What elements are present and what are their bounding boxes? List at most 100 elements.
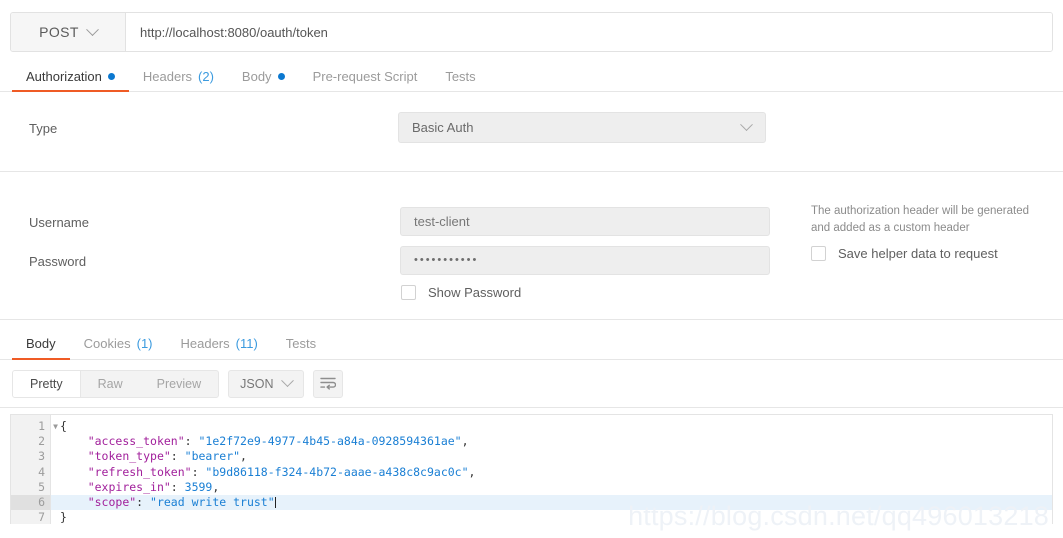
word-wrap-toggle[interactable] xyxy=(313,369,344,398)
auth-type-label: Type xyxy=(29,121,58,136)
response-view-mode-group: Pretty Raw Preview xyxy=(12,369,220,398)
line-number-value: 1 xyxy=(38,419,45,433)
json-tail: , xyxy=(240,449,247,464)
json-value: "bearer" xyxy=(184,449,241,464)
json-value: "read write trust" xyxy=(150,494,275,509)
response-toolbar: Pretty Raw Preview JSON xyxy=(0,360,1063,408)
code-line: "refresh_token": "b9d86118-f324-4b72-aaa… xyxy=(51,465,1052,480)
code-line: "token_type": "bearer", xyxy=(51,449,1052,464)
response-tab-tests-label: Tests xyxy=(285,335,317,351)
password-input[interactable]: ••••••••••• xyxy=(400,246,770,275)
json-sep: : xyxy=(184,434,199,449)
editor-gutter: 1 ▼ 2 3 4 5 6 7 xyxy=(11,415,58,524)
response-format-value: JSON xyxy=(240,376,274,391)
response-tab-cookies[interactable]: Cookies (1) xyxy=(70,327,167,359)
response-tab-body-label: Body xyxy=(26,335,56,351)
status-dot-icon xyxy=(107,73,115,80)
tab-headers-label: Headers xyxy=(142,69,193,84)
json-value: 3599 xyxy=(184,479,213,494)
line-number: 5 xyxy=(38,479,45,494)
request-tab-bar: Authorization Headers (2) Body Pre-reque… xyxy=(0,62,1063,92)
json-value: "b9d86118-f324-4b72-aaae-a438c8c9ac0c" xyxy=(205,464,469,479)
username-value: test-client xyxy=(414,214,470,229)
json-sep: : xyxy=(170,479,185,494)
username-label: Username xyxy=(29,215,89,230)
tab-authorization-label: Authorization xyxy=(26,69,102,84)
password-value: ••••••••••• xyxy=(414,254,479,266)
save-helper-label: Save helper data to request xyxy=(838,246,998,261)
auth-type-row: Type Basic Auth xyxy=(0,93,1063,172)
chevron-down-icon xyxy=(281,374,295,388)
json-tail: , xyxy=(461,434,469,449)
line-number: 1 ▼ xyxy=(11,419,58,434)
response-tab-headers-count: (11) xyxy=(235,335,258,351)
response-tab-bar: Body Cookies (1) Headers (11) Tests xyxy=(0,327,1063,360)
code-line: { xyxy=(51,419,1052,434)
view-mode-preview-label: Preview xyxy=(156,376,202,391)
json-tail: , xyxy=(468,464,476,479)
chevron-down-icon xyxy=(740,118,753,132)
request-url-input[interactable]: http://localhost:8080/oauth/token xyxy=(126,13,1052,51)
show-password-checkbox-row[interactable]: Show Password xyxy=(401,285,521,300)
save-helper-checkbox[interactable] xyxy=(811,246,826,261)
auth-helper-note: The authorization header will be generat… xyxy=(811,205,1030,234)
code-line: "expires_in": 3599, xyxy=(51,480,1052,495)
save-helper-checkbox-row[interactable]: Save helper data to request xyxy=(811,246,998,261)
tab-pre-request-script[interactable]: Pre-request Script xyxy=(299,62,432,91)
view-mode-pretty[interactable]: Pretty xyxy=(13,370,81,397)
chevron-down-icon xyxy=(85,22,99,36)
watermark-text: https://blog.csdn.net/qq496013218 xyxy=(628,501,1049,531)
json-sep: : xyxy=(191,464,206,479)
response-tab-body[interactable]: Body xyxy=(12,327,70,360)
tab-body[interactable]: Body xyxy=(228,62,299,91)
view-mode-raw[interactable]: Raw xyxy=(81,371,140,397)
tab-headers[interactable]: Headers (2) xyxy=(129,62,228,91)
http-method-selector[interactable]: POST xyxy=(11,13,126,51)
json-key: "access_token" xyxy=(87,434,185,449)
password-label: Password xyxy=(29,254,87,269)
view-mode-pretty-label: Pretty xyxy=(30,376,63,391)
show-password-checkbox[interactable] xyxy=(401,285,416,300)
response-tab-cookies-label: Cookies xyxy=(83,335,131,351)
line-number: 7 xyxy=(38,510,45,524)
show-password-label: Show Password xyxy=(428,285,522,300)
tab-authorization[interactable]: Authorization xyxy=(12,62,129,92)
line-number-active: 6 xyxy=(11,494,50,511)
code-brace-open: { xyxy=(60,419,67,433)
request-url-bar: POST http://localhost:8080/oauth/token xyxy=(10,12,1053,52)
code-brace-close: } xyxy=(60,510,67,524)
tab-tests[interactable]: Tests xyxy=(431,62,489,91)
code-line: "access_token": "1e2f72e9-4977-4b45-a84a… xyxy=(51,434,1052,449)
auth-type-value: Basic Auth xyxy=(412,120,474,135)
line-number: 2 xyxy=(38,434,45,449)
json-sep: : xyxy=(136,494,151,509)
url-bar-group: POST http://localhost:8080/oauth/token xyxy=(10,12,1053,52)
response-tab-cookies-count: (1) xyxy=(136,335,153,351)
request-url-value: http://localhost:8080/oauth/token xyxy=(140,24,328,40)
json-sep: : xyxy=(170,449,185,464)
auth-type-select[interactable]: Basic Auth xyxy=(398,112,766,143)
tab-tests-label: Tests xyxy=(445,69,476,84)
json-tail: , xyxy=(212,479,220,494)
json-key: "expires_in" xyxy=(87,479,171,494)
tab-headers-count: (2) xyxy=(198,69,214,84)
view-mode-preview[interactable]: Preview xyxy=(140,371,218,397)
json-key: "refresh_token" xyxy=(87,464,192,479)
json-key: "scope" xyxy=(87,494,137,509)
line-number: 3 xyxy=(38,449,45,464)
auth-credentials-area: Username test-client Password ••••••••••… xyxy=(0,172,1063,320)
response-format-selector[interactable]: JSON xyxy=(228,369,305,398)
http-method-label: POST xyxy=(39,24,79,40)
response-tab-headers[interactable]: Headers (11) xyxy=(167,327,272,359)
tab-body-label: Body xyxy=(241,69,272,84)
json-key: "token_type" xyxy=(87,449,171,464)
view-mode-raw-label: Raw xyxy=(97,376,123,391)
username-input[interactable]: test-client xyxy=(400,207,770,236)
word-wrap-icon xyxy=(320,377,337,390)
response-tab-tests[interactable]: Tests xyxy=(272,327,330,359)
json-value: "1e2f72e9-4977-4b45-a84a-0928594361ae" xyxy=(198,434,462,449)
response-tab-headers-label: Headers xyxy=(180,335,230,351)
postman-window: POST http://localhost:8080/oauth/token A… xyxy=(0,0,1063,538)
tab-pre-request-script-label: Pre-request Script xyxy=(312,69,418,84)
status-dot-icon xyxy=(277,73,285,80)
